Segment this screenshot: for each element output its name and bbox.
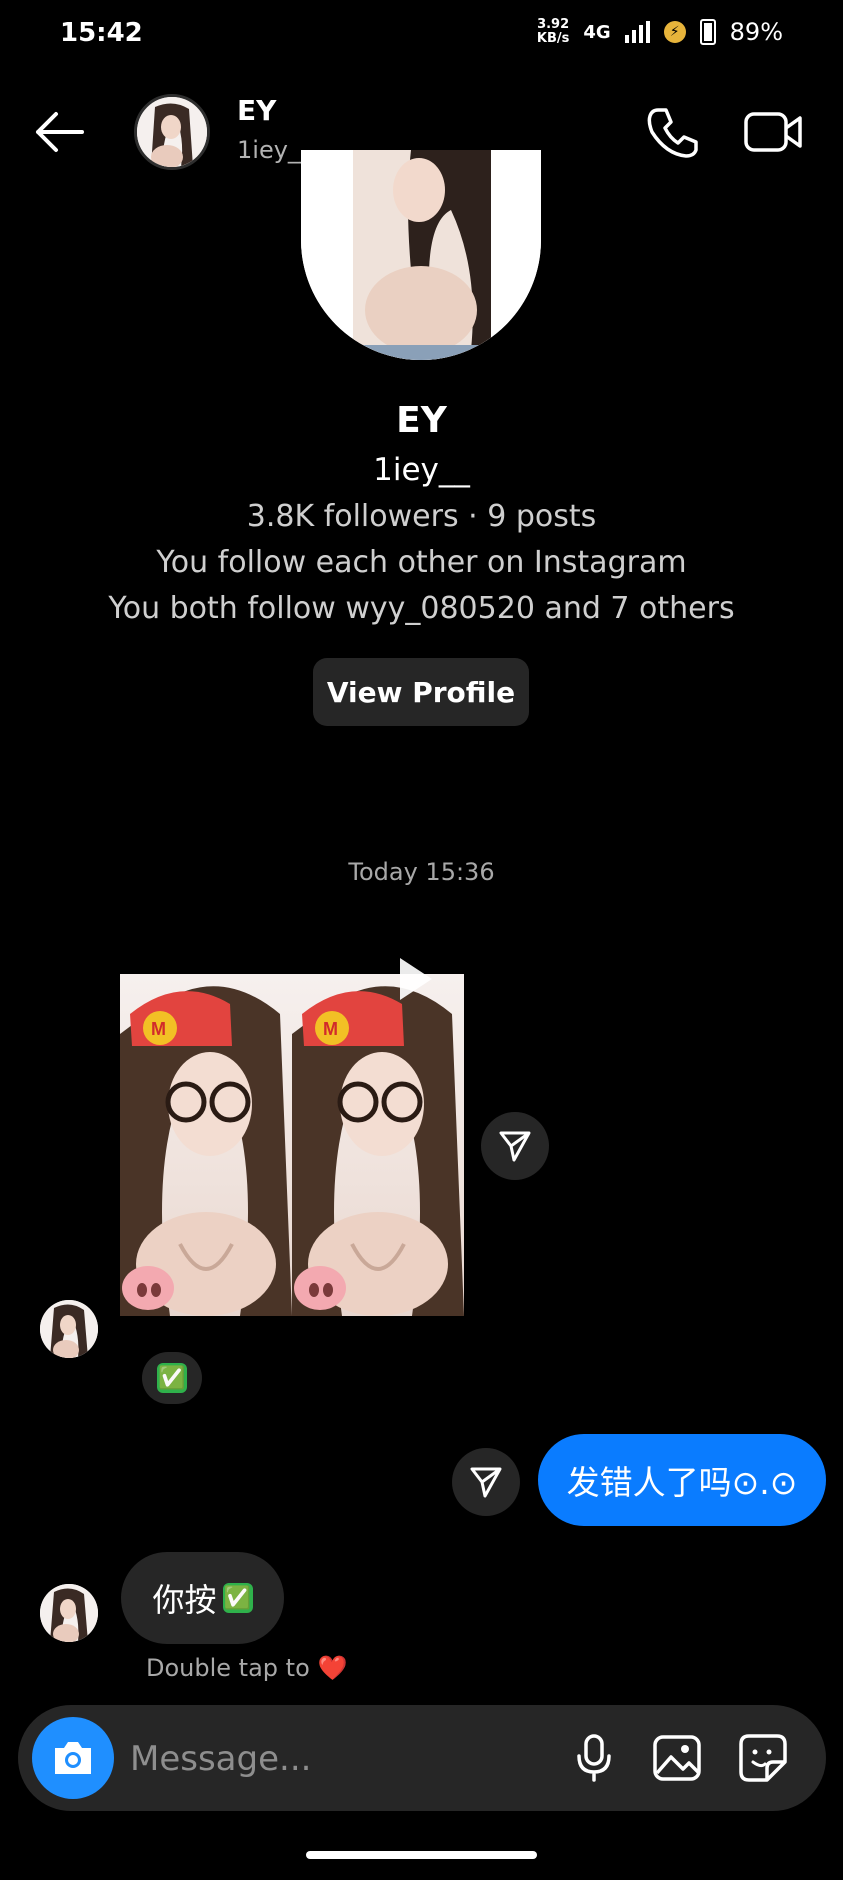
profile-photo xyxy=(301,150,541,360)
profile-relation: You follow each other on Instagram xyxy=(156,545,687,580)
header-name[interactable]: EY xyxy=(237,94,276,127)
microphone-icon[interactable] xyxy=(567,1731,621,1785)
header-avatar[interactable] xyxy=(134,94,210,170)
share-message-button[interactable] xyxy=(452,1448,520,1516)
share-reel-button[interactable] xyxy=(481,1112,549,1180)
sticker-icon[interactable] xyxy=(736,1731,790,1785)
signal-icon xyxy=(624,21,650,43)
profile-stats: 3.8K followers · 9 posts xyxy=(246,499,597,534)
double-tap-hint: Double tap to ❤️ xyxy=(146,1654,348,1682)
svg-text:M: M xyxy=(151,1019,166,1039)
view-profile-button[interactable]: View Profile xyxy=(313,658,529,726)
incoming-message-text: 你按 xyxy=(152,1581,217,1619)
sender-avatar[interactable] xyxy=(40,1300,98,1358)
check-mark-emoji: ✅ xyxy=(222,1583,253,1613)
camera-button[interactable] xyxy=(32,1717,114,1799)
battery-percent: 89% xyxy=(729,18,783,46)
thread-timestamp: Today 15:36 xyxy=(348,858,495,886)
sender-avatar[interactable] xyxy=(40,1584,98,1642)
speed-value: 3.92 xyxy=(537,17,570,32)
double-tap-text: Double tap to xyxy=(146,1654,310,1682)
battery-saver-icon: ⚡ xyxy=(663,21,686,43)
avatar-image xyxy=(137,97,207,167)
status-bar: 15:42 3.92 KB/s 4G ⚡ 89% xyxy=(0,0,843,70)
message-reaction[interactable]: ✅ xyxy=(142,1352,202,1404)
reel-frame-left: M xyxy=(120,974,292,1316)
profile-username: 1iey__ xyxy=(373,452,470,488)
shared-reel[interactable]: M M xyxy=(120,974,464,1316)
status-time: 15:42 xyxy=(60,18,143,48)
message-composer xyxy=(18,1705,826,1811)
profile-avatar[interactable] xyxy=(301,150,541,360)
home-indicator[interactable] xyxy=(306,1851,537,1859)
network-type: 4G xyxy=(583,21,611,43)
check-mark-emoji: ✅ xyxy=(157,1363,187,1393)
gallery-icon[interactable] xyxy=(650,1731,704,1785)
send-icon xyxy=(470,1467,502,1498)
outgoing-message[interactable]: 发错人了吗⊙.⊙ xyxy=(538,1434,826,1526)
back-arrow-icon[interactable] xyxy=(30,102,90,162)
camera-icon xyxy=(55,1742,91,1774)
heart-emoji: ❤️ xyxy=(317,1654,348,1682)
send-icon xyxy=(499,1131,531,1162)
speed-unit: KB/s xyxy=(536,31,570,46)
video-camera-icon[interactable] xyxy=(742,102,806,162)
profile-mutuals: You both follow wyy_080520 and 7 others xyxy=(108,591,735,626)
play-icon[interactable] xyxy=(396,954,436,1004)
avatar-image xyxy=(40,1584,98,1642)
avatar-image xyxy=(40,1300,98,1358)
svg-text:M: M xyxy=(323,1019,338,1039)
battery-icon xyxy=(699,19,716,45)
incoming-message[interactable]: 你按 ✅ xyxy=(121,1552,284,1644)
phone-icon[interactable] xyxy=(642,102,702,162)
message-input[interactable] xyxy=(128,1733,552,1785)
status-icons: 3.92 KB/s 4G ⚡ 89% xyxy=(537,18,783,47)
network-speed: 3.92 KB/s xyxy=(537,18,569,46)
reel-frame-right: M xyxy=(292,974,464,1316)
profile-name: EY xyxy=(396,400,447,441)
